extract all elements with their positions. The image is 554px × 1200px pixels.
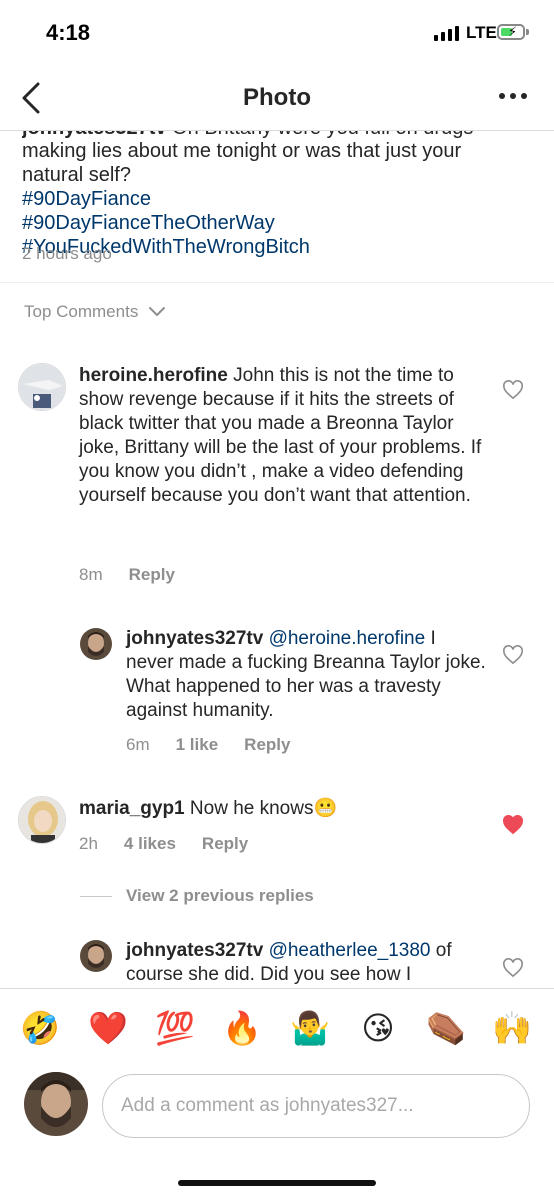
comment-time: 8m [79,565,103,584]
nav-divider [0,130,554,131]
comment-username[interactable]: maria_gyp1 [79,798,185,819]
liked-heart-icon[interactable] [502,815,524,835]
comment-text: johnyates327tv @heatherlee_1380 of cours… [126,939,486,987]
emoji-heart-button[interactable]: ❤️ [86,1006,130,1050]
comment-username[interactable]: johnyates327tv [126,940,263,961]
battery-icon: ⚡ [497,24,525,40]
comment-clip: johnyates327tv @heatherlee_1380 of cours… [0,930,554,988]
emoji-coffin-button[interactable]: ⚰️ [424,1006,468,1050]
home-indicator[interactable] [178,1180,376,1186]
battery-nub [526,29,529,35]
comment-meta: 8m Reply [79,565,175,585]
page-title: Photo [243,84,311,111]
comment-body: John this is not the time to show reveng… [79,365,482,506]
chevron-down-icon [149,307,166,316]
mention-link[interactable]: @heatherlee_1380 [269,940,431,961]
mention-link[interactable]: @heroine.herofine [269,628,426,649]
like-heart-icon[interactable] [502,380,524,400]
hashtag-link[interactable]: #90DayFiance [22,187,522,211]
avatar[interactable] [18,363,66,411]
emoji-kiss-button[interactable]: 😘 [356,1006,400,1050]
more-options-icon[interactable] [496,85,530,107]
current-user-avatar [24,1072,88,1136]
hashtag-link[interactable]: #90DayFianceTheOtherWay [22,211,522,235]
emoji-rofl-button[interactable]: 🤣 [18,1006,62,1050]
like-heart-icon[interactable] [502,958,524,978]
emoji-100-button[interactable]: 💯 [153,1006,197,1050]
comment-username[interactable]: heroine.herofine [79,365,228,386]
network-label: LTE [466,23,497,42]
likes-count[interactable]: 4 likes [124,834,176,854]
top-comments-label: Top Comments [24,302,139,321]
comment-meta: 2h 4 likes Reply [79,834,248,854]
avatar[interactable] [80,940,112,972]
signal-icon [434,25,459,41]
comment-meta: 6m 1 like Reply [126,735,290,755]
comment-username[interactable]: johnyates327tv [126,628,263,649]
caption-text: making lies about me tonight or was that… [22,140,462,186]
view-replies-label: View 2 previous replies [126,886,314,905]
composer-divider [0,988,554,989]
comment-time: 2h [79,834,98,853]
emoji-shrug-button[interactable]: 🤷‍♂️ [288,1006,332,1050]
reply-button[interactable]: Reply [129,565,175,585]
comment-input[interactable] [102,1074,530,1138]
view-previous-replies[interactable]: View 2 previous replies [80,886,314,906]
reply-line-divider [80,895,112,897]
post-timestamp: 2 hours ago [22,244,112,263]
comment-time: 6m [126,735,150,754]
like-heart-icon[interactable] [502,645,524,665]
likes-count[interactable]: 1 like [176,735,219,755]
post-caption: making lies about me tonight or was that… [22,139,522,259]
emoji-fire-button[interactable]: 🔥 [220,1006,264,1050]
reply-button[interactable]: Reply [202,834,248,854]
status-time: 4:18 [46,20,91,45]
comment-body: Now he knows😬 [189,798,338,819]
avatar[interactable] [80,628,112,660]
reply-button[interactable]: Reply [244,735,290,755]
emoji-raised-hands-button[interactable]: 🙌 [490,1006,534,1050]
section-divider [0,282,554,283]
comment-text: johnyates327tv @heroine.herofine I never… [126,627,486,723]
top-comments-dropdown[interactable]: Top Comments [24,302,166,322]
avatar[interactable] [18,796,66,844]
comment-text: heroine.herofine John this is not the ti… [79,364,489,508]
comment-text: maria_gyp1 Now he knows😬 [79,797,489,821]
